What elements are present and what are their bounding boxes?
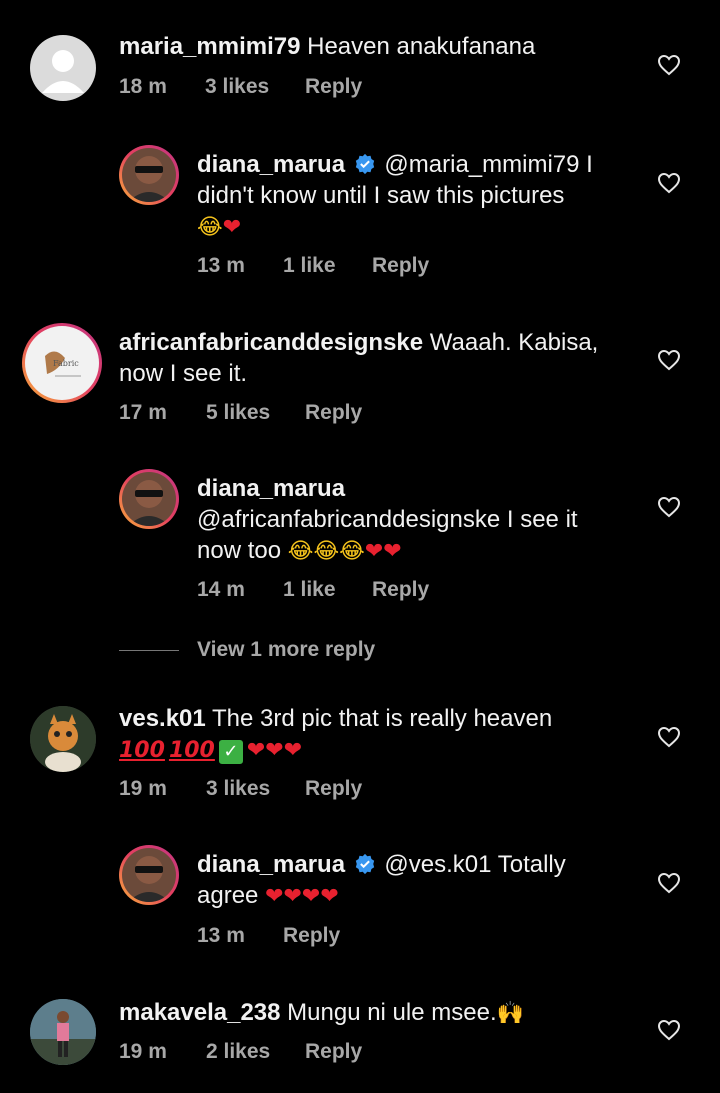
- comment-text: diana_marua @ves.k01 Totally agree ❤❤❤❤: [197, 849, 637, 912]
- heart-outline-icon[interactable]: [657, 349, 681, 371]
- avatar[interactable]: [119, 469, 179, 529]
- red-heart-emoji: ❤❤❤: [246, 738, 303, 763]
- comment-meta: 19 m 2 likes Reply: [119, 1040, 362, 1064]
- timestamp: 13 m: [197, 924, 245, 947]
- avatar[interactable]: [119, 845, 179, 905]
- reply-button[interactable]: Reply: [283, 924, 340, 948]
- red-heart-emoji: ❤❤: [364, 539, 402, 564]
- timestamp: 19 m: [119, 777, 167, 800]
- reply-button[interactable]: Reply: [305, 75, 362, 99]
- comment-text: makavela_238 Mungu ni ule msee.🙌: [119, 997, 639, 1029]
- timestamp: 13 m: [197, 254, 245, 277]
- comment-body-line: didn't know until I saw this pictures: [197, 182, 565, 209]
- comment-meta: 18 m 3 likes Reply: [119, 75, 362, 99]
- heart-outline-icon[interactable]: [657, 496, 681, 518]
- comment-body: I: [579, 151, 593, 178]
- heart-outline-icon[interactable]: [657, 1019, 681, 1041]
- heart-outline-icon[interactable]: [657, 872, 681, 894]
- heart-outline-icon[interactable]: [657, 172, 681, 194]
- hundred-emoji: 100: [119, 738, 165, 763]
- comment-meta: 17 m 5 likes Reply: [119, 401, 362, 425]
- comment-body: Totally: [491, 851, 566, 878]
- comment-meta: 13 m Reply: [197, 924, 340, 948]
- comment-text: maria_mmimi79 Heaven anakufanana: [119, 31, 535, 62]
- svg-text:Fabric: Fabric: [53, 359, 79, 368]
- mention-link[interactable]: @africanfabricanddesignske: [197, 506, 500, 533]
- likes-count[interactable]: 1 like: [283, 254, 372, 278]
- laughing-emoji: 😂😂😂: [287, 539, 365, 564]
- reply-button[interactable]: Reply: [305, 1040, 362, 1064]
- username[interactable]: makavela_238: [119, 999, 280, 1026]
- comment-text: ves.k01 The 3rd pic that is really heave…: [119, 703, 639, 766]
- comment-body-line: now I see it.: [119, 360, 248, 387]
- username[interactable]: africanfabricanddesignske: [119, 329, 423, 356]
- likes-count[interactable]: 5 likes: [206, 401, 305, 425]
- reply-button[interactable]: Reply: [372, 254, 429, 278]
- comment-body: Mungu ni ule msee.: [287, 999, 497, 1026]
- avatar[interactable]: [30, 706, 96, 772]
- verified-badge-icon: [355, 853, 374, 875]
- comment-body: Heaven anakufanana: [307, 33, 536, 60]
- reply-button[interactable]: Reply: [305, 777, 362, 801]
- avatar[interactable]: [30, 35, 96, 101]
- heart-outline-icon[interactable]: [657, 726, 681, 748]
- username[interactable]: maria_mmimi79: [119, 33, 300, 60]
- username[interactable]: ves.k01: [119, 705, 206, 732]
- mention-link[interactable]: @ves.k01: [384, 851, 491, 878]
- comment-body-line: agree: [197, 882, 259, 909]
- comment-meta: 14 m 1 like Reply: [197, 578, 429, 602]
- comment-text: diana_marua @africanfabricanddesignske I…: [197, 473, 647, 567]
- likes-count[interactable]: 3 likes: [206, 777, 305, 801]
- username[interactable]: diana_marua: [197, 151, 345, 178]
- comment-body: Waaah. Kabisa,: [429, 329, 599, 356]
- likes-count[interactable]: 3 likes: [205, 75, 305, 99]
- view-more-replies[interactable]: View 1 more reply: [119, 638, 375, 662]
- comment-text: africanfabricanddesignske Waaah. Kabisa,…: [119, 327, 639, 389]
- comment-meta: 13 m 1 like Reply: [197, 254, 429, 278]
- laughing-emoji: 😂: [197, 215, 223, 240]
- avatar[interactable]: [30, 999, 96, 1065]
- timestamp: 17 m: [119, 401, 167, 424]
- likes-count[interactable]: 2 likes: [206, 1040, 305, 1064]
- red-heart-emoji: ❤❤❤❤: [265, 884, 339, 909]
- comment-meta: 19 m 3 likes Reply: [119, 777, 362, 801]
- avatar[interactable]: Fabric: [22, 323, 102, 403]
- hundred-emoji: 100: [168, 738, 215, 763]
- likes-count[interactable]: 1 like: [283, 578, 372, 602]
- heart-outline-icon[interactable]: [657, 54, 681, 76]
- avatar[interactable]: [119, 145, 179, 205]
- verified-badge-icon: [355, 153, 374, 175]
- divider-line: [119, 649, 179, 651]
- red-heart-emoji: ❤: [222, 215, 242, 240]
- comment-text: diana_marua @maria_mmimi79 I didn't know…: [197, 149, 637, 243]
- reply-button[interactable]: Reply: [305, 401, 362, 425]
- raised-hands-emoji: 🙌: [496, 1001, 525, 1026]
- reply-button[interactable]: Reply: [372, 578, 429, 602]
- mention-link[interactable]: @maria_mmimi79: [384, 151, 579, 178]
- username[interactable]: diana_marua: [197, 475, 345, 502]
- check-emoji: ✓: [218, 740, 243, 764]
- timestamp: 18 m: [119, 75, 167, 98]
- comment-body: The 3rd pic that is really heaven: [212, 705, 553, 732]
- timestamp: 14 m: [197, 578, 245, 601]
- username[interactable]: diana_marua: [197, 851, 345, 878]
- comment-body-line: now too: [197, 537, 282, 564]
- timestamp: 19 m: [119, 1040, 167, 1063]
- comment-body: I see it: [500, 506, 578, 533]
- view-more-label[interactable]: View 1 more reply: [197, 638, 375, 661]
